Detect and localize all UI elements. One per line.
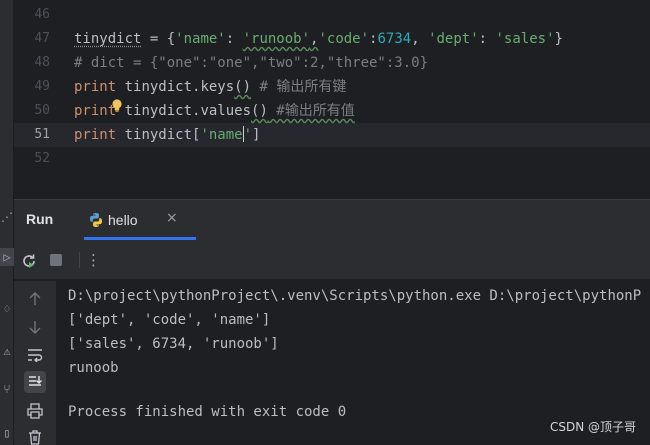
line-number: 50: [34, 103, 50, 118]
tool-icon[interactable]: ♢: [0, 300, 14, 318]
code-token: print: [74, 103, 117, 119]
code-editor[interactable]: 46 47 48 49 50 51 52 tinydict = {'name':…: [14, 0, 650, 172]
scroll-to-end-button[interactable]: [24, 371, 46, 393]
console-line: runoob: [68, 360, 119, 376]
stop-icon[interactable]: [50, 254, 62, 266]
line-number-current: 51: [34, 127, 50, 142]
code-token: #输出所有值: [267, 103, 355, 119]
code-line-48[interactable]: # dict = {"one":"one","two":2,"three":3.…: [74, 51, 650, 75]
code-token: 'code': [318, 31, 370, 47]
code-token: # 输出所有键: [251, 79, 347, 95]
code-token: (): [234, 79, 252, 95]
code-token: print: [74, 127, 117, 143]
line-number: 46: [34, 7, 50, 22]
code-token: 'runoob': [242, 31, 311, 47]
code-token: 'dept': [428, 31, 479, 47]
soft-wrap-icon[interactable]: [27, 348, 43, 362]
rerun-icon[interactable]: [20, 252, 38, 270]
code-token: :: [225, 31, 243, 47]
git-tool-icon[interactable]: ⑂: [0, 380, 14, 398]
code-token: ': [243, 127, 253, 143]
console-line: Process finished with exit code 0: [68, 404, 347, 420]
code-line-49[interactable]: print tinydict.keys() # 输出所有键: [74, 75, 650, 99]
code-token: ]: [252, 127, 261, 143]
code-token: tinydict.keys: [116, 79, 235, 95]
console-line: ['sales', 6734, 'runoob']: [68, 336, 279, 352]
run-tool-icon[interactable]: ▷: [0, 248, 14, 266]
close-icon[interactable]: ×: [166, 210, 178, 226]
code-token: tinydict[: [116, 127, 201, 143]
run-panel-title: Run: [26, 211, 54, 227]
lightbulb-icon[interactable]: [111, 99, 123, 112]
code-token: 'sales': [495, 31, 555, 47]
problems-tool-icon[interactable]: ⚠: [0, 342, 14, 360]
console-line: ['dept', 'code', 'name']: [68, 312, 271, 328]
code-token: }: [554, 31, 563, 47]
code-token: 'name: [200, 127, 243, 143]
print-icon[interactable]: [27, 403, 43, 419]
left-tool-strip: ⋰ ▷ ♢ ⚠ ⑂ ▯: [0, 0, 14, 445]
run-panel-header: Run hello ×: [14, 200, 650, 240]
tab-hello[interactable]: hello ×: [84, 200, 196, 240]
line-number: 49: [34, 79, 50, 94]
code-token: tinydict.values: [116, 103, 252, 119]
terminal-tool-icon[interactable]: ▯: [0, 424, 14, 442]
code-token: tinydict: [74, 31, 142, 47]
code-token: :: [478, 31, 496, 47]
line-number: 48: [34, 55, 50, 70]
watermark: CSDN @顶子哥: [549, 420, 636, 434]
scroll-to-end-icon: [29, 376, 42, 386]
more-options-icon[interactable]: ⋮: [86, 251, 101, 269]
line-number-gutter[interactable]: 46 47 48 49 50 51 52: [14, 0, 62, 172]
up-arrow-icon[interactable]: [28, 291, 42, 307]
editor-panel-divider: [14, 172, 650, 200]
code-token: = {: [141, 31, 176, 47]
code-token: 6734: [377, 31, 412, 47]
python-icon: [90, 213, 102, 227]
code-token: ,: [411, 31, 429, 47]
code-token: 'name': [175, 31, 226, 47]
tool-dots-icon[interactable]: ⋰: [0, 208, 14, 226]
run-toolbar: ⋮: [14, 240, 650, 280]
trash-icon[interactable]: [27, 429, 43, 445]
line-number: 52: [34, 151, 50, 166]
down-arrow-icon[interactable]: [28, 319, 42, 335]
console-side-toolbar: [14, 281, 56, 445]
code-line-50[interactable]: print tinydict.values() #输出所有值: [74, 99, 650, 123]
code-token: print: [74, 79, 117, 95]
code-line-47[interactable]: tinydict = {'name': 'runoob', 'code': 6734…: [74, 27, 650, 51]
tab-label: hello: [108, 212, 138, 228]
console-line: D:\project\pythonProject\.venv\Scripts\p…: [68, 288, 642, 304]
toolbar-separator: [79, 252, 80, 268]
code-token: (): [251, 103, 268, 119]
code-line-51[interactable]: print tinydict['name']: [74, 123, 650, 147]
line-number: 47: [34, 31, 50, 46]
